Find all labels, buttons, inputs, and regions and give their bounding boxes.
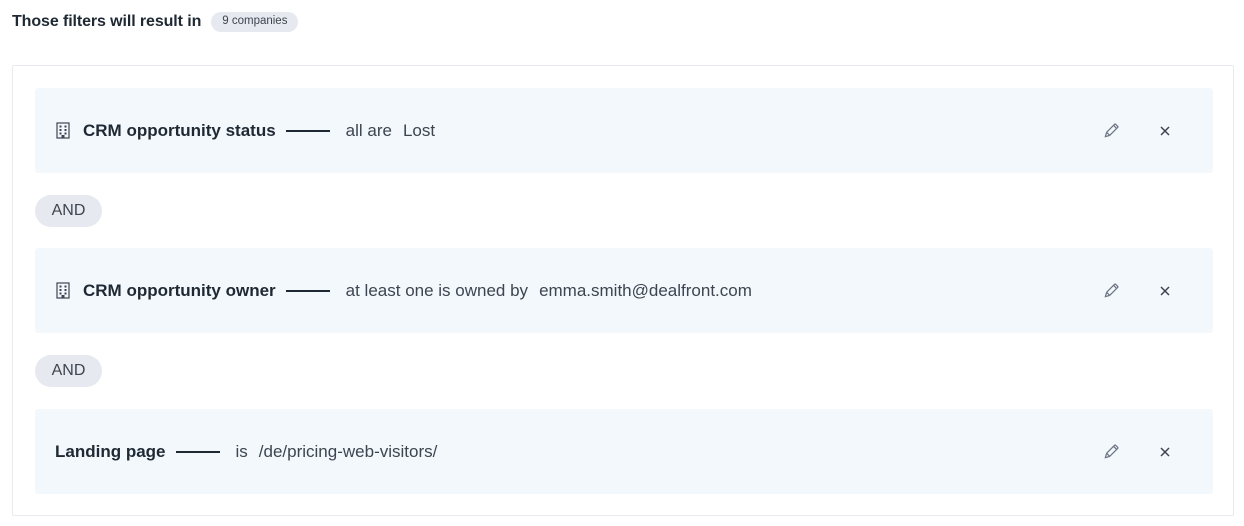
- filter-label: CRM opportunity owner: [83, 280, 276, 300]
- filter-operator: at least one is owned by: [345, 280, 529, 300]
- filter-label: CRM opportunity status: [83, 120, 276, 140]
- edit-filter-button[interactable]: [1101, 442, 1121, 462]
- filter-connector-line: [175, 450, 220, 453]
- and-operator-chip: AND: [35, 195, 102, 227]
- result-summary: Those filters will result in 9 companies: [12, 11, 299, 33]
- pencil-icon: [1104, 123, 1119, 138]
- building-icon: [55, 282, 71, 300]
- filter-value: /de/pricing-web-visitors/: [258, 441, 438, 461]
- remove-filter-button[interactable]: [1155, 442, 1175, 462]
- result-summary-text: Those filters will result in: [12, 13, 202, 30]
- pencil-icon: [1104, 444, 1119, 459]
- filter-operator: is: [235, 441, 248, 461]
- remove-filter-button[interactable]: [1155, 121, 1175, 141]
- filter-value: emma.smith@dealfront.com: [539, 280, 752, 300]
- filter-row-crm-opportunity-owner: CRM opportunity owner at least one is ow…: [35, 248, 1213, 333]
- filter-row-landing-page: Landing page is /de/pricing-web-visitors…: [35, 409, 1213, 494]
- filter-value: Lost: [402, 120, 436, 140]
- result-count-badge: 9 companies: [211, 12, 299, 32]
- remove-filter-button[interactable]: [1155, 281, 1175, 301]
- filter-operator: all are: [345, 120, 392, 140]
- filter-row-crm-opportunity-status: CRM opportunity status all are Lost: [35, 88, 1213, 173]
- pencil-icon: [1104, 283, 1119, 298]
- filter-connector-line: [285, 129, 330, 132]
- filters-panel: CRM opportunity status all are Lost AND: [12, 65, 1234, 516]
- and-operator-chip: AND: [35, 355, 102, 387]
- filter-connector-line: [285, 289, 330, 292]
- close-icon: [1160, 126, 1170, 136]
- edit-filter-button[interactable]: [1101, 121, 1121, 141]
- building-icon: [55, 122, 71, 140]
- filter-label: Landing page: [55, 441, 166, 461]
- close-icon: [1160, 286, 1170, 296]
- close-icon: [1160, 447, 1170, 457]
- edit-filter-button[interactable]: [1101, 281, 1121, 301]
